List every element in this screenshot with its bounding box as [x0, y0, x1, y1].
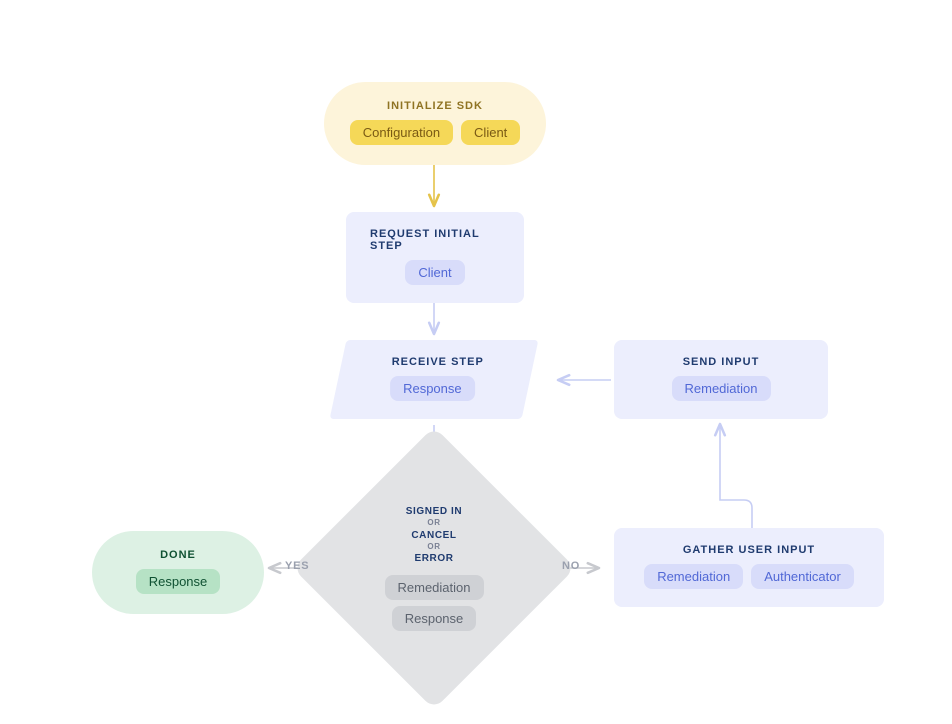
send-input-node: SEND INPUT Remediation: [614, 340, 828, 419]
initialize-sdk-title: INITIALIZE SDK: [387, 100, 483, 112]
request-initial-step-node: REQUEST INITIAL STEP Client: [346, 212, 524, 303]
edge-label-no: NO: [562, 560, 580, 572]
chip-remediation-gather: Remediation: [644, 564, 743, 589]
done-title: DONE: [160, 549, 196, 561]
done-node: DONE Response: [92, 531, 264, 614]
send-input-chips: Remediation: [672, 376, 771, 401]
chip-remediation-send: Remediation: [672, 376, 771, 401]
chip-authenticator: Authenticator: [751, 564, 854, 589]
chip-configuration: Configuration: [350, 120, 453, 145]
decision-node: SIGNED IN OR CANCEL OR ERROR Remediation…: [334, 468, 534, 668]
request-initial-step-chips: Client: [405, 260, 464, 285]
gather-user-input-chips: Remediation Authenticator: [644, 564, 854, 589]
edge-label-yes: YES: [285, 560, 309, 572]
send-input-title: SEND INPUT: [683, 356, 760, 368]
request-initial-step-title: REQUEST INITIAL STEP: [370, 228, 500, 252]
receive-step-chips: Response: [390, 376, 475, 401]
initialize-sdk-chips: Configuration Client: [350, 120, 521, 145]
chip-client: Client: [461, 120, 520, 145]
chip-client-2: Client: [405, 260, 464, 285]
initialize-sdk-node: INITIALIZE SDK Configuration Client: [324, 82, 546, 165]
chip-response-done: Response: [136, 569, 221, 594]
chip-response-decision: Response: [392, 606, 477, 631]
receive-step-node: RECEIVE STEP Response: [330, 340, 539, 419]
chip-response: Response: [390, 376, 475, 401]
receive-step-title: RECEIVE STEP: [392, 356, 484, 368]
chip-remediation-decision: Remediation: [385, 575, 484, 600]
decision-titles: SIGNED IN OR CANCEL OR ERROR: [406, 505, 463, 565]
done-chips: Response: [136, 569, 221, 594]
gather-user-input-title: GATHER USER INPUT: [683, 544, 815, 556]
gather-user-input-node: GATHER USER INPUT Remediation Authentica…: [614, 528, 884, 607]
